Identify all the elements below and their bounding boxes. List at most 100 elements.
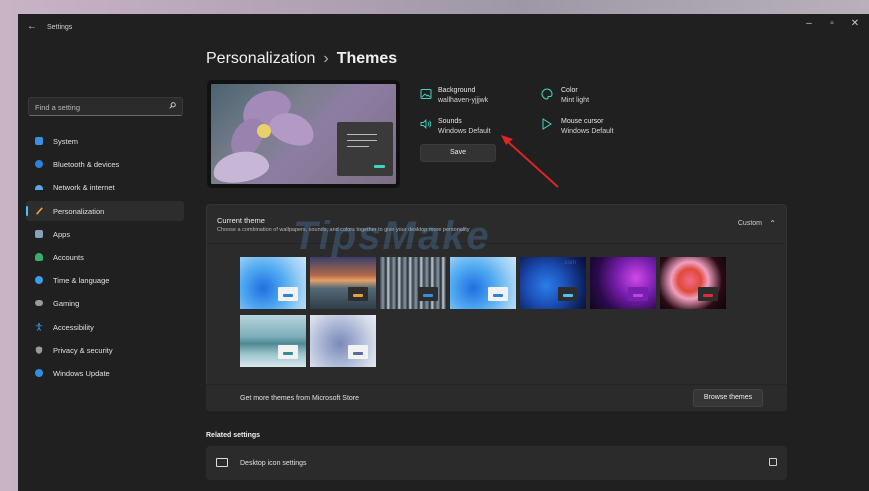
preview-line xyxy=(347,134,377,135)
theme-tile-flow[interactable] xyxy=(240,315,306,367)
sidebar-item-apps[interactable]: Apps xyxy=(26,224,184,244)
active-indicator xyxy=(26,205,28,216)
background-setting[interactable]: Background wallhaven-yjjjwk xyxy=(438,86,488,106)
sidebar-item-label: Personalization xyxy=(53,206,105,216)
app-title: Settings xyxy=(47,24,73,31)
speaker-icon xyxy=(420,118,432,130)
theme-badge xyxy=(278,287,298,301)
theme-badge-accent xyxy=(493,294,503,297)
update-icon xyxy=(35,368,43,377)
theme-badge xyxy=(348,345,368,359)
sidebar-item-system[interactable]: System xyxy=(26,131,184,151)
sidebar-item-accounts[interactable]: Accounts xyxy=(26,247,184,267)
sidebar-item-label: Bluetooth & devices xyxy=(53,160,120,170)
browse-themes-button[interactable]: Browse themes xyxy=(693,389,763,407)
close-button[interactable]: ✕ xyxy=(848,18,862,29)
chevron-up-icon[interactable]: ⌃ xyxy=(769,219,776,228)
theme-badge xyxy=(418,287,438,301)
theme-badge-accent xyxy=(633,294,643,297)
desktop-icon-settings-row[interactable]: Desktop icon settings xyxy=(206,446,787,480)
title-bar: ← Settings – ▫ ✕ xyxy=(18,14,869,44)
sidebar-item-accessibility[interactable]: Accessibility xyxy=(26,317,184,337)
color-setting[interactable]: Color Mint light xyxy=(561,86,589,106)
sounds-setting[interactable]: Sounds Windows Default xyxy=(438,117,491,137)
bluetooth-icon xyxy=(35,160,43,169)
theme-tile-glow[interactable] xyxy=(590,257,656,309)
theme-badge xyxy=(278,345,298,359)
background-label: Background xyxy=(438,87,476,94)
sidebar-item-label: Accounts xyxy=(53,252,84,262)
current-theme-subtitle: Choose a combination of wallpapers, soun… xyxy=(217,227,470,233)
shield-icon xyxy=(35,346,43,354)
theme-tile-windows-dark[interactable] xyxy=(520,257,586,309)
theme-tile-sunset[interactable] xyxy=(310,257,376,309)
globe-icon xyxy=(35,276,43,285)
sidebar-nav: System Bluetooth & devices Network & int… xyxy=(26,131,184,386)
external-link-icon xyxy=(769,458,777,466)
breadcrumb-current: Themes xyxy=(336,50,398,67)
theme-badge xyxy=(698,287,718,301)
theme-badge xyxy=(558,287,578,301)
cursor-icon xyxy=(542,118,552,130)
theme-preview xyxy=(207,80,400,188)
mouse-cursor-value: Windows Default xyxy=(561,128,614,135)
theme-badge-accent xyxy=(353,352,363,355)
sidebar-item-label: Accessibility xyxy=(53,322,94,332)
breadcrumb-separator: › xyxy=(323,50,329,67)
sidebar-item-windows-update[interactable]: Windows Update xyxy=(26,363,184,383)
flower-petal xyxy=(211,147,272,184)
divider xyxy=(207,243,786,244)
system-icon xyxy=(35,137,43,145)
theme-tile-captured-motion[interactable] xyxy=(660,257,726,309)
sidebar-item-network[interactable]: Network & internet xyxy=(26,177,184,197)
minimize-button[interactable]: – xyxy=(802,18,816,29)
sidebar-item-gaming[interactable]: Gaming xyxy=(26,293,184,313)
theme-badge-accent xyxy=(283,352,293,355)
theme-tile-windows-light[interactable] xyxy=(240,257,306,309)
theme-tile-pencils[interactable] xyxy=(380,257,446,309)
preview-accent-button xyxy=(374,165,385,168)
mouse-cursor-label: Mouse cursor xyxy=(561,118,604,125)
sidebar-item-bluetooth[interactable]: Bluetooth & devices xyxy=(26,154,184,174)
preview-window xyxy=(337,122,393,176)
flower-center xyxy=(257,124,271,138)
sidebar-item-time-language[interactable]: Time & language xyxy=(26,270,184,290)
sidebar-item-label: Apps xyxy=(53,229,71,239)
color-label: Color xyxy=(561,87,578,94)
theme-badge xyxy=(348,287,368,301)
sidebar-item-label: Privacy & security xyxy=(53,345,113,355)
mouse-cursor-setting[interactable]: Mouse cursor Windows Default xyxy=(561,117,614,137)
store-text: Get more themes from Microsoft Store xyxy=(240,395,360,402)
search-input[interactable]: Find a setting xyxy=(28,97,183,116)
theme-badge xyxy=(628,287,648,301)
current-theme-panel: Current theme Choose a combination of wa… xyxy=(206,204,787,411)
breadcrumb-parent[interactable]: Personalization xyxy=(206,50,315,67)
theme-badge xyxy=(488,287,508,301)
theme-badge-accent xyxy=(423,294,433,297)
search-icon xyxy=(169,102,176,109)
sounds-value: Windows Default xyxy=(438,128,491,135)
theme-tile-sunrise[interactable] xyxy=(310,315,376,367)
theme-badge-accent xyxy=(563,294,573,297)
preview-line xyxy=(347,146,369,147)
image-icon xyxy=(420,89,432,99)
sidebar-item-privacy[interactable]: Privacy & security xyxy=(26,340,184,360)
theme-tile-windows-light-2[interactable] xyxy=(450,257,516,309)
sidebar-item-label: Time & language xyxy=(53,276,110,286)
microsoft-store-row: Get more themes from Microsoft Store Bro… xyxy=(206,384,787,411)
sidebar-item-personalization[interactable]: Personalization xyxy=(26,200,184,221)
current-theme-value[interactable]: Custom xyxy=(738,220,762,227)
apps-icon xyxy=(35,229,43,238)
background-value: wallhaven-yjjjwk xyxy=(438,97,489,104)
save-button[interactable]: Save xyxy=(420,144,496,162)
theme-badge-accent xyxy=(283,294,293,297)
back-button[interactable]: ← xyxy=(27,21,37,32)
preview-line xyxy=(347,140,377,141)
maximize-button[interactable]: ▫ xyxy=(825,18,839,29)
desktop-icon-settings-label: Desktop icon settings xyxy=(240,460,307,467)
current-theme-title: Current theme xyxy=(217,216,265,225)
accounts-icon xyxy=(35,252,43,261)
monitor-icon xyxy=(216,458,228,467)
theme-badge-accent xyxy=(703,294,713,297)
page-title: Personalization › Themes xyxy=(206,50,397,68)
